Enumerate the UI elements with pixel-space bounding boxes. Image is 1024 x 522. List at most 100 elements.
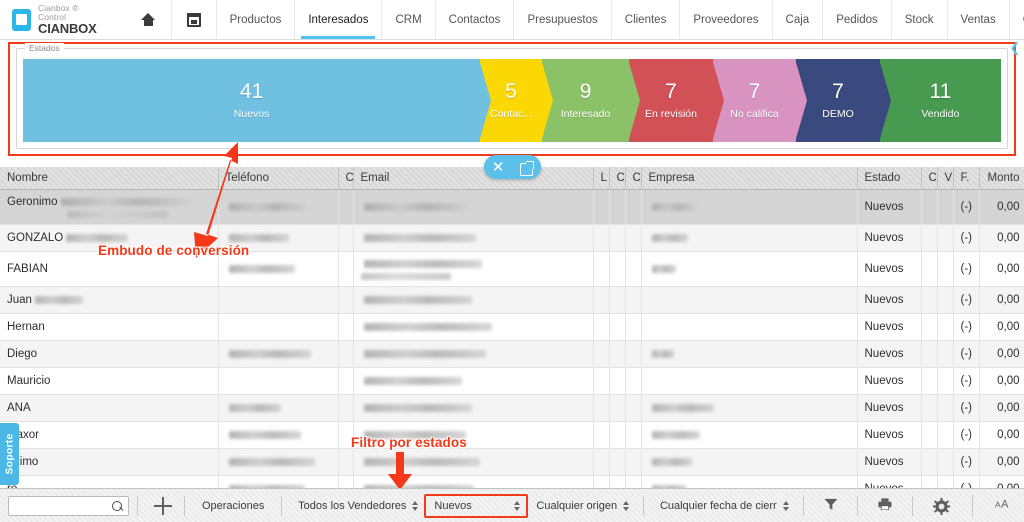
right-toolbar-icons: AA xyxy=(921,494,1020,517)
funnel-segment-vendido[interactable]: 11 Vendido xyxy=(879,59,1001,142)
table-row[interactable]: Diego Nuevos (-) 0,00 xyxy=(0,340,1024,368)
column-header-c5[interactable]: V xyxy=(937,167,954,190)
funnel-segment-no-califica[interactable]: 7 No califica xyxy=(712,59,808,142)
nav-item-clientes[interactable]: Clientes xyxy=(610,0,680,39)
funnel-segment-value: 11 xyxy=(929,80,952,103)
divider xyxy=(184,495,185,516)
column-header-nombre[interactable]: Nombre xyxy=(0,167,219,190)
funnel-segment-demo[interactable]: 7 DEMO xyxy=(796,59,891,142)
cell-f1: (-) xyxy=(953,189,980,225)
table-row[interactable]: Juan Nuevos (-) 0,00 xyxy=(0,286,1024,314)
column-header-email[interactable]: Email xyxy=(353,167,594,190)
estados-fieldset: Estados 41 Nuevos 5 Contac... 9 Interesado 7 En… xyxy=(16,43,1008,149)
table-row[interactable]: ANA Nuevos (-) 0,00 xyxy=(0,394,1024,422)
cell-c1 xyxy=(338,475,354,488)
chevron-updown-icon xyxy=(514,500,521,511)
cell-email xyxy=(353,224,594,252)
row-name-text: Juan xyxy=(7,294,32,306)
column-header-c1[interactable]: C xyxy=(338,167,354,190)
nav-item-interesados[interactable]: Interesados xyxy=(294,0,381,39)
estado-select[interactable]: Nuevos xyxy=(424,493,529,518)
column-header-empresa[interactable]: Empresa xyxy=(641,167,858,190)
nav-item-compras[interactable]: Compras xyxy=(1008,0,1024,39)
cell-c4 xyxy=(921,448,938,476)
fecha-select[interactable]: Cualquier fecha de cierr xyxy=(652,495,795,517)
cell-estado: Nuevos xyxy=(857,189,922,225)
search-input[interactable] xyxy=(9,496,129,515)
search-box[interactable] xyxy=(8,495,130,516)
nav-item-presupuestos[interactable]: Presupuestos xyxy=(513,0,610,39)
cell-f1: (-) xyxy=(953,448,980,476)
collapse-chevron-icon[interactable]: ❮ xyxy=(1008,41,1022,55)
vendedores-select[interactable]: Todos los Vendedores xyxy=(290,495,424,517)
column-header-telefono[interactable]: Teléfono xyxy=(218,167,339,190)
table-row[interactable]: Geronimo Nuevos (-) 0,00 xyxy=(0,189,1024,225)
estado-select-value: Nuevos xyxy=(434,499,472,512)
cell-c4 xyxy=(921,475,938,488)
column-header-monto[interactable]: Monto xyxy=(979,167,1024,190)
soporte-side-tab[interactable]: Soporte xyxy=(0,423,19,485)
operaciones-button[interactable]: Operaciones xyxy=(193,500,273,512)
cell-c5 xyxy=(937,313,954,341)
column-header-c3[interactable]: C xyxy=(625,167,642,190)
redacted-text xyxy=(363,295,472,304)
cell-email xyxy=(353,286,594,314)
table-row[interactable]: Maxor Nuevos (-) 0,00 xyxy=(0,421,1024,449)
cell-email xyxy=(353,251,594,287)
cell-c5 xyxy=(937,367,954,395)
font-size-icon[interactable]: AA xyxy=(995,498,1012,513)
annotation-embudo: Embudo de conversión xyxy=(98,243,250,258)
funnel-segment-label: Interesado xyxy=(560,108,611,120)
filter-funnel-icon[interactable] xyxy=(823,498,838,513)
cell-c5 xyxy=(937,286,954,314)
cell-f1: (-) xyxy=(953,421,980,449)
cell-l xyxy=(593,251,610,287)
column-header-c2[interactable]: C xyxy=(609,167,626,190)
divider xyxy=(802,495,804,516)
cell-estado: Nuevos xyxy=(857,251,922,287)
redacted-text xyxy=(363,403,472,412)
origen-select-value: Cualquier origen xyxy=(536,499,618,512)
column-header-l[interactable]: L xyxy=(593,167,610,190)
cell-monto: 0,00 xyxy=(979,251,1024,287)
cell-nombre: ANA xyxy=(0,394,219,422)
nav-item-caja[interactable]: Caja xyxy=(771,0,823,39)
table-row[interactable]: Hernan Nuevos (-) 0,00 xyxy=(0,313,1024,341)
redacted-text xyxy=(34,295,83,304)
table-row[interactable]: ro Nuevos (-)0,00 xyxy=(0,475,1024,488)
redacted-text xyxy=(228,202,307,211)
add-button[interactable] xyxy=(152,495,173,517)
cell-f1: (-) xyxy=(953,251,980,287)
origen-select[interactable]: Cualquier origen xyxy=(528,495,635,517)
funnel-segment-interesado[interactable]: 9 Interesado xyxy=(541,59,641,142)
nav-calendar-button[interactable] xyxy=(170,0,216,39)
gear-icon[interactable] xyxy=(933,498,950,515)
table-row[interactable]: onimo Nuevos (-) 0,00 xyxy=(0,448,1024,476)
funnel-highlight-box: Estados 41 Nuevos 5 Contac... 9 Interesado 7 En… xyxy=(8,42,1016,156)
cell-f1: (-) xyxy=(953,313,980,341)
chevron-updown-icon xyxy=(623,500,630,511)
column-header-estado[interactable]: Estado xyxy=(857,167,922,190)
nav-home-button[interactable] xyxy=(126,0,171,39)
open-external-icon[interactable] xyxy=(520,160,535,176)
column-header-f1[interactable]: F. xyxy=(953,167,980,190)
nav-item-stock[interactable]: Stock xyxy=(890,0,947,39)
column-header-c4[interactable]: C xyxy=(921,167,938,190)
funnel-segment-nuevos[interactable]: 41 Nuevos xyxy=(23,59,492,142)
table-row[interactable]: Mauricio Nuevos (-) 0,00 xyxy=(0,367,1024,395)
nav-item-contactos[interactable]: Contactos xyxy=(434,0,514,39)
brand-logo-block[interactable]: Cianbox ® Control CIANBOX xyxy=(0,0,110,39)
row-name-text: GONZALO xyxy=(7,232,64,244)
close-icon[interactable]: ✕ xyxy=(492,160,505,175)
printer-icon[interactable] xyxy=(878,498,892,513)
nav-item-ventas[interactable]: Ventas xyxy=(946,0,1009,39)
nav-item-proveedores[interactable]: Proveedores xyxy=(679,0,771,39)
nav-item-productos[interactable]: Productos xyxy=(215,0,295,39)
cell-c2 xyxy=(609,340,626,368)
funnel-segment-en-revisi-n[interactable]: 7 En revisión xyxy=(629,59,724,142)
nav-item-crm[interactable]: CRM xyxy=(381,0,434,39)
cell-estado: Nuevos xyxy=(857,367,922,395)
nav-item-pedidos[interactable]: Pedidos xyxy=(822,0,891,39)
cell-c3 xyxy=(625,224,642,252)
funnel-chevron-icon xyxy=(540,59,553,142)
